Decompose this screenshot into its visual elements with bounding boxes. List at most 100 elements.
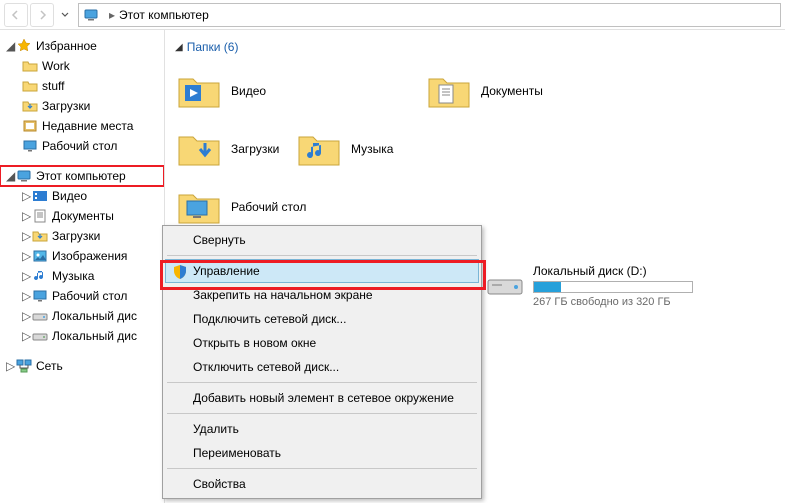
caret-right-icon: ▷: [22, 229, 32, 243]
folder-downloads[interactable]: Загрузки: [175, 120, 295, 178]
ctx-disconnect[interactable]: Отключить сетевой диск...: [165, 355, 479, 379]
sidebar-pc-desktop[interactable]: ▷ Рабочий стол: [0, 286, 164, 306]
caret-right-icon: ▷: [6, 359, 16, 373]
address-bar-row: ▸ Этот компьютер: [0, 0, 785, 30]
sidebar-pc-pictures[interactable]: ▷ Изображения: [0, 246, 164, 266]
sidebar-fav-recent[interactable]: Недавние места: [0, 116, 164, 136]
caret-right-icon: ▷: [22, 209, 32, 223]
sidebar-this-pc[interactable]: ◢ Этот компьютер: [0, 166, 164, 186]
sidebar-item-label: Видео: [52, 189, 87, 203]
sidebar-item-label: Загрузки: [52, 229, 100, 243]
ctx-item-label: Открыть в новом окне: [193, 336, 316, 350]
ctx-item-label: Переименовать: [193, 446, 281, 460]
recent-places-icon: [22, 118, 38, 134]
folder-label: Загрузки: [231, 142, 279, 156]
this-pc-icon: [83, 7, 99, 23]
videos-icon: [32, 188, 48, 204]
address-bar[interactable]: ▸ Этот компьютер: [78, 3, 781, 27]
context-menu-separator: [167, 382, 477, 383]
ctx-rename[interactable]: Переименовать: [165, 441, 479, 465]
drive-local-d[interactable]: Локальный диск (D:) 267 ГБ свободно из 3…: [485, 264, 745, 308]
star-icon: [16, 38, 32, 54]
desktop-icon: [22, 138, 38, 154]
ctx-item-label: Свернуть: [193, 233, 246, 247]
caret-down-icon: ◢: [6, 169, 16, 183]
sidebar-favorites[interactable]: ◢ Избранное: [0, 36, 164, 56]
ctx-item-label: Удалить: [193, 422, 239, 436]
ctx-properties[interactable]: Свойства: [165, 472, 479, 496]
sidebar-fav-downloads[interactable]: Загрузки: [0, 96, 164, 116]
folder-documents[interactable]: Документы: [425, 62, 675, 120]
sidebar-fav-work[interactable]: Work: [0, 56, 164, 76]
sidebar-pc-documents[interactable]: ▷ Документы: [0, 206, 164, 226]
pictures-icon: [32, 248, 48, 264]
ctx-mapdrive[interactable]: Подключить сетевой диск...: [165, 307, 479, 331]
sidebar-pc-localdisk-c[interactable]: ▷ Локальный дис: [0, 306, 164, 326]
sidebar-item-label: Музыка: [52, 269, 94, 283]
downloads-icon: [32, 228, 48, 244]
ctx-manage[interactable]: Управление: [165, 259, 479, 283]
downloads-icon: [22, 98, 38, 114]
back-button[interactable]: [4, 3, 28, 27]
ctx-delete[interactable]: Удалить: [165, 417, 479, 441]
ctx-collapse[interactable]: Свернуть: [165, 228, 479, 252]
sidebar-network[interactable]: ▷ Сеть: [0, 356, 164, 376]
drive-icon: [32, 328, 48, 344]
arrow-right-icon: [36, 9, 48, 21]
sidebar-item-label: Локальный дис: [52, 309, 137, 323]
sidebar-fav-stuff[interactable]: stuff: [0, 76, 164, 96]
folder-music[interactable]: Музыка: [295, 120, 545, 178]
downloads-folder-icon: [175, 125, 223, 173]
sidebar-pc-music[interactable]: ▷ Музыка: [0, 266, 164, 286]
shield-icon: [172, 264, 188, 280]
ctx-item-label: Добавить новый элемент в сетевое окружен…: [193, 391, 454, 405]
folder-icon: [22, 78, 38, 94]
drive-icon: [32, 308, 48, 324]
forward-button[interactable]: [30, 3, 54, 27]
music-folder-icon: [295, 125, 343, 173]
caret-right-icon: ▷: [22, 309, 32, 323]
ctx-item-label: Управление: [193, 264, 260, 278]
folders-header-label: Папки (6): [187, 40, 239, 54]
sidebar-item-label: Локальный дис: [52, 329, 137, 343]
breadcrumb-this-pc[interactable]: Этот компьютер: [119, 8, 209, 22]
chevron-down-icon: [61, 12, 69, 18]
folders-section-header[interactable]: ◢ Папки (6): [175, 40, 785, 54]
context-menu-separator: [167, 468, 477, 469]
ctx-addnetplace[interactable]: Добавить новый элемент в сетевое окружен…: [165, 386, 479, 410]
this-pc-icon: [16, 168, 32, 184]
sidebar-item-label: stuff: [42, 79, 64, 93]
sidebar-network-label: Сеть: [36, 359, 63, 373]
folder-icon: [22, 58, 38, 74]
sidebar-pc-localdisk-d[interactable]: ▷ Локальный дис: [0, 326, 164, 346]
music-icon: [32, 268, 48, 284]
folder-label: Рабочий стол: [231, 200, 306, 214]
caret-right-icon: ▷: [22, 269, 32, 283]
sidebar-item-label: Недавние места: [42, 119, 133, 133]
sidebar-favorites-label: Избранное: [36, 39, 97, 53]
sidebar-item-label: Рабочий стол: [52, 289, 127, 303]
sidebar-fav-desktop[interactable]: Рабочий стол: [0, 136, 164, 156]
desktop-folder-icon: [175, 183, 223, 231]
caret-right-icon: ▷: [22, 249, 32, 263]
context-menu-separator: [167, 413, 477, 414]
caret-right-icon: ▷: [22, 289, 32, 303]
network-icon: [16, 358, 32, 374]
videos-folder-icon: [175, 67, 223, 115]
caret-down-icon: ◢: [6, 39, 16, 53]
folder-label: Музыка: [351, 142, 393, 156]
folder-videos[interactable]: Видео: [175, 62, 425, 120]
drive-usage-bar: [533, 281, 693, 293]
sidebar-item-label: Рабочий стол: [42, 139, 117, 153]
ctx-pin[interactable]: Закрепить на начальном экране: [165, 283, 479, 307]
sidebar-pc-downloads[interactable]: ▷ Загрузки: [0, 226, 164, 246]
folder-label: Видео: [231, 84, 266, 98]
folder-label: Документы: [481, 84, 543, 98]
documents-icon: [32, 208, 48, 224]
caret-down-icon: ◢: [175, 42, 183, 53]
sidebar-pc-videos[interactable]: ▷ Видео: [0, 186, 164, 206]
breadcrumb-separator-icon: ▸: [109, 8, 115, 22]
ctx-newwindow[interactable]: Открыть в новом окне: [165, 331, 479, 355]
recent-locations-dropdown[interactable]: [56, 3, 74, 27]
ctx-item-label: Свойства: [193, 477, 246, 491]
